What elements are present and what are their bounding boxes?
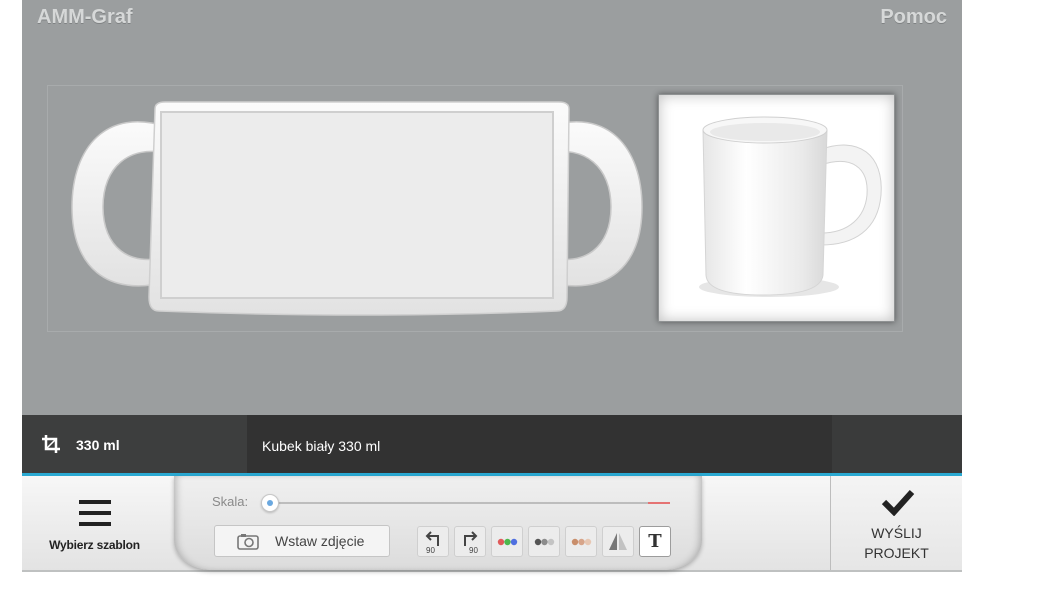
mug-print-area[interactable] [67, 97, 647, 319]
send-label-line2: PROJEKT [864, 545, 929, 561]
tools-panel: Skala: Wstaw zdjęcie 90 90 T [174, 476, 702, 570]
flip-button[interactable] [602, 526, 634, 557]
rotate-left-button[interactable]: 90 [417, 526, 449, 557]
choose-template-button[interactable]: Wybierz szablon [22, 476, 174, 570]
scale-label: Skala: [212, 494, 249, 509]
color-filter-icon [497, 538, 518, 546]
insert-photo-label: Wstaw zdjęcie [275, 533, 365, 549]
mug-preview [658, 94, 895, 322]
check-icon [881, 489, 915, 516]
choose-template-label: Wybierz szablon [49, 538, 140, 552]
text-tool-button[interactable]: T [639, 526, 671, 557]
rotate-left-icon: 90 [425, 531, 439, 555]
scale-slider-handle[interactable] [261, 494, 279, 512]
info-bar-end [832, 415, 962, 473]
scale-slider-max-zone [648, 502, 670, 504]
size-label: 330 ml [76, 437, 120, 453]
grayscale-filter-button[interactable] [528, 526, 560, 557]
editor-toolbar: Wybierz szablon Skala: Wstaw zdjęcie 90 [22, 476, 962, 572]
mug-3d-icon [699, 116, 882, 297]
rotate-left-label: 90 [426, 546, 435, 555]
flip-icon [609, 533, 627, 550]
grayscale-filter-icon [534, 538, 555, 546]
color-filter-button[interactable] [491, 526, 523, 557]
camera-icon [237, 534, 259, 550]
app-window: AMM-Graf Pomoc 330 ml Kubek biały 330 ml… [22, 0, 962, 572]
send-label-line1: WYŚLIJ [871, 525, 922, 541]
send-project-button[interactable]: WYŚLIJ PROJEKT [831, 476, 962, 570]
size-selector[interactable]: 330 ml [22, 415, 247, 473]
scale-slider-track[interactable] [266, 502, 670, 504]
insert-photo-button[interactable]: Wstaw zdjęcie [214, 525, 390, 557]
product-info-bar: 330 ml Kubek biały 330 ml [22, 415, 962, 473]
rotate-right-icon: 90 [464, 531, 478, 555]
help-link[interactable]: Pomoc [880, 6, 947, 29]
design-canvas: AMM-Graf Pomoc [22, 0, 962, 415]
product-name: Kubek biały 330 ml [262, 438, 381, 454]
sepia-filter-button[interactable] [565, 526, 597, 557]
send-project-label: WYŚLIJ PROJEKT [831, 523, 962, 563]
rotate-right-label: 90 [469, 546, 478, 555]
sepia-filter-icon [571, 538, 592, 546]
rotate-right-button[interactable]: 90 [454, 526, 486, 557]
menu-icon [79, 500, 111, 526]
brand-logo: AMM-Graf [37, 6, 133, 28]
text-icon: T [648, 531, 662, 552]
crop-icon [42, 435, 60, 453]
